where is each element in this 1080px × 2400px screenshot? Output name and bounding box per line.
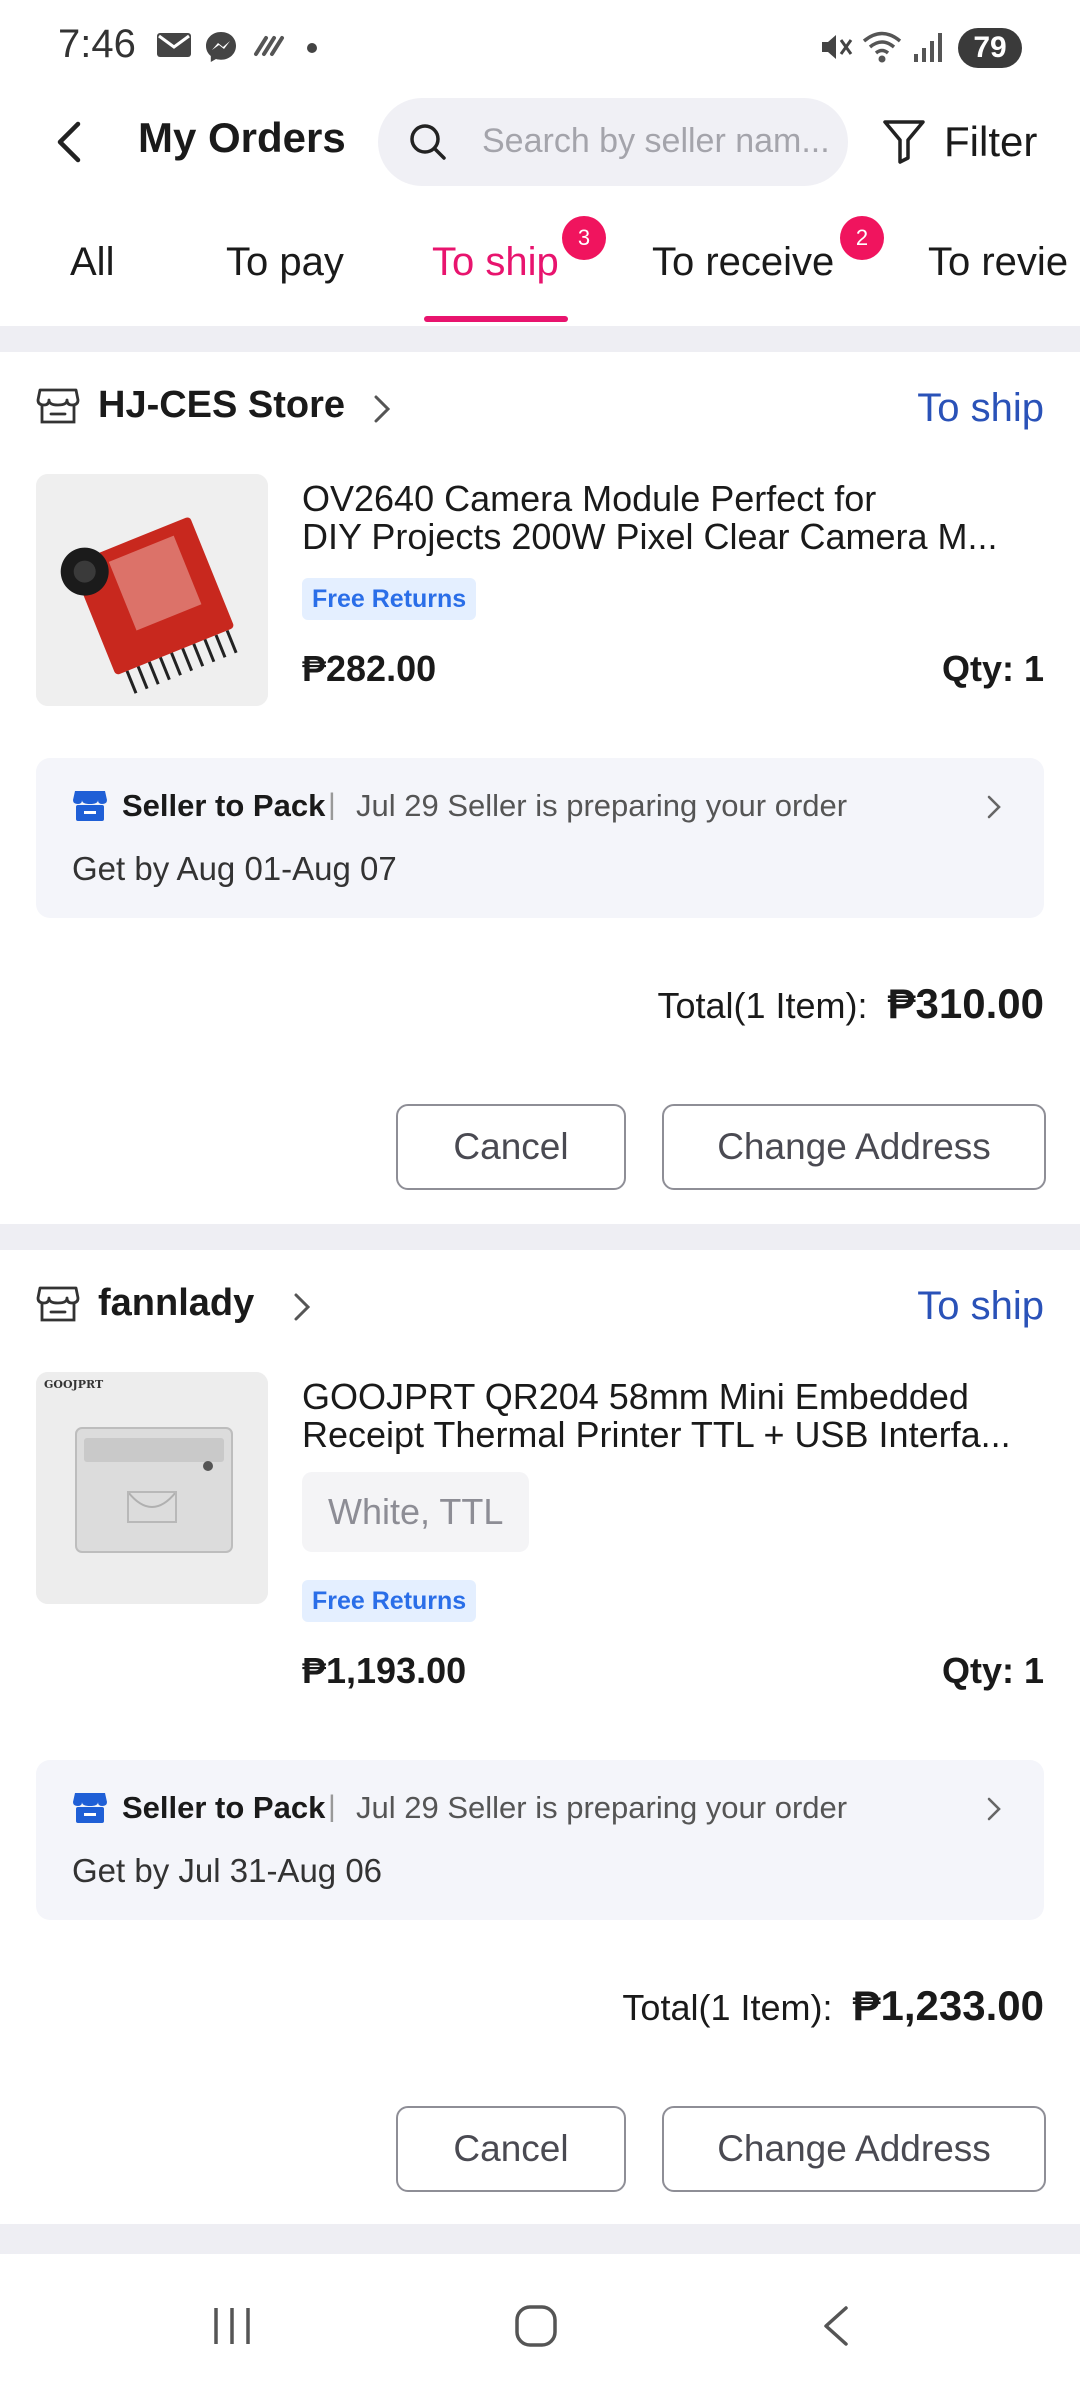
search-icon <box>410 124 446 160</box>
section-divider <box>0 1224 1080 1250</box>
seller-pack-icon <box>73 1793 107 1823</box>
chevron-right-icon <box>987 1797 1001 1821</box>
product-title-line-2: DIY Projects 200W Pixel Clear Camera M..… <box>302 518 998 556</box>
messenger-icon <box>206 32 236 62</box>
active-tab-indicator <box>424 316 568 322</box>
order-total: Total(1 Item): ₱1,233.00 <box>622 1982 1044 2030</box>
pack-separator: | <box>328 788 336 821</box>
system-nav-bar <box>0 2254 1080 2400</box>
system-back-icon[interactable] <box>818 2304 854 2348</box>
chevron-right-icon[interactable] <box>372 394 392 424</box>
store-name[interactable]: HJ-CES Store <box>98 384 345 427</box>
back-arrow-icon[interactable] <box>50 118 90 166</box>
tab-to-ship-badge: 3 <box>562 216 606 260</box>
product-price: ₱282.00 <box>302 648 437 689</box>
thermal-printer-image <box>36 1372 268 1604</box>
section-divider <box>0 326 1080 352</box>
page-title: My Orders <box>138 114 346 161</box>
tab-to-receive[interactable]: To receive <box>652 240 834 285</box>
tab-to-receive-badge: 2 <box>840 216 884 260</box>
product-title[interactable]: GOOJPRT QR204 58mm Mini Embedded Receipt… <box>302 1378 1050 1454</box>
total-value: ₱310.00 <box>887 980 1044 1027</box>
home-icon[interactable] <box>514 2304 558 2348</box>
thumb-brand-label: GOOJPRT <box>44 1378 104 1391</box>
order-card: HJ-CES Store To ship OV2640 Camera Modul… <box>0 352 1080 1224</box>
change-address-button[interactable]: Change Address <box>662 1104 1046 1190</box>
section-divider <box>0 2224 1080 2254</box>
delivery-estimate: Get by Aug 01-Aug 07 <box>72 850 397 887</box>
mail-icon <box>157 33 191 57</box>
mute-icon <box>822 35 853 59</box>
product-price: ₱1,193.00 <box>302 1650 467 1691</box>
cancel-button[interactable]: Cancel <box>396 2106 626 2192</box>
wifi-icon <box>862 31 902 63</box>
shipping-status-box[interactable]: Seller to Pack | Jul 29 Seller is prepar… <box>36 758 1044 918</box>
product-image[interactable] <box>36 474 268 706</box>
free-returns-badge: Free Returns <box>302 1580 477 1622</box>
recent-apps-icon[interactable] <box>210 2304 254 2348</box>
product-title-line-1: OV2640 Camera Module Perfect for <box>302 478 877 519</box>
change-address-button[interactable]: Change Address <box>662 2106 1046 2192</box>
delivery-estimate: Get by Jul 31-Aug 06 <box>72 1852 383 1889</box>
variant-chip: White, TTL <box>302 1472 530 1552</box>
status-time: 7:46 <box>58 22 136 66</box>
cell-signal-icon <box>914 33 942 62</box>
tab-to-pay[interactable]: To pay <box>226 240 344 285</box>
status-bar: 7:46 79 <box>0 0 1080 92</box>
chevron-right-icon[interactable] <box>292 1292 312 1322</box>
tab-to-ship[interactable]: To ship <box>432 240 559 285</box>
pack-message: Jul 29 Seller is preparing your order <box>356 1790 848 1825</box>
store-name[interactable]: fannlady <box>98 1282 254 1325</box>
product-title-line-2: Receipt Thermal Printer TTL + USB Interf… <box>302 1416 1011 1454</box>
dot-icon <box>307 43 317 53</box>
cancel-button[interactable]: Cancel <box>396 1104 626 1190</box>
product-title[interactable]: OV2640 Camera Module Perfect for DIY Pro… <box>302 480 1050 556</box>
order-card: fannlady To ship GOOJPRT GOOJPRT QR204 5… <box>0 1250 1080 2224</box>
filter-icon <box>883 120 925 164</box>
product-qty: Qty: 1 <box>941 648 1044 689</box>
signal-slash-icon <box>254 36 284 56</box>
order-tabs: All To pay To ship 3 To receive 2 To rev… <box>0 210 1080 326</box>
battery-indicator: 79 <box>958 28 1022 68</box>
tab-to-review[interactable]: To revie <box>928 240 1068 285</box>
store-icon <box>36 388 80 424</box>
store-icon <box>36 1286 80 1322</box>
pack-message: Jul 29 Seller is preparing your order <box>356 788 848 823</box>
pack-label: Seller to Pack <box>122 788 326 823</box>
tab-all[interactable]: All <box>70 240 114 285</box>
camera-module-image <box>36 474 268 706</box>
header: My Orders Search by seller nam... Filter <box>0 92 1080 192</box>
product-title-line-1: GOOJPRT QR204 58mm Mini Embedded <box>302 1376 969 1417</box>
total-value: ₱1,233.00 <box>852 1982 1044 2029</box>
seller-pack-icon <box>73 791 107 821</box>
order-total: Total(1 Item): ₱310.00 <box>657 980 1044 1028</box>
pack-label: Seller to Pack <box>122 1790 326 1825</box>
order-status: To ship <box>917 386 1044 430</box>
search-placeholder: Search by seller nam... <box>482 122 830 160</box>
chevron-right-icon <box>987 795 1001 819</box>
filter-label: Filter <box>944 118 1038 165</box>
search-input[interactable]: Search by seller nam... <box>378 98 848 186</box>
product-qty: Qty: 1 <box>941 1650 1044 1691</box>
free-returns-badge: Free Returns <box>302 578 477 620</box>
shipping-status-box[interactable]: Seller to Pack | Jul 29 Seller is prepar… <box>36 1760 1044 1920</box>
pack-separator: | <box>328 1790 336 1823</box>
total-label: Total(1 Item): <box>657 985 868 1026</box>
total-label: Total(1 Item): <box>622 1987 833 2028</box>
product-image[interactable]: GOOJPRT <box>36 1372 268 1604</box>
order-status: To ship <box>917 1284 1044 1328</box>
